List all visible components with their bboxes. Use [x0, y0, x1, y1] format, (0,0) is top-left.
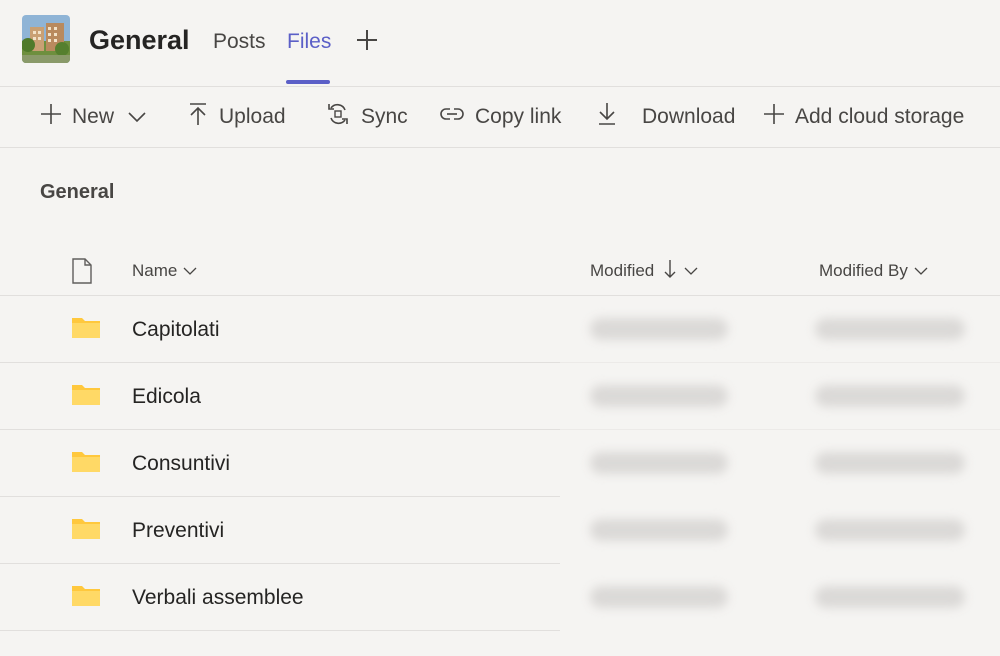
- file-name[interactable]: Capitolati: [132, 316, 220, 344]
- channel-title: General: [89, 25, 190, 55]
- modified-date-redacted: [590, 452, 728, 474]
- chevron-down-icon: [128, 105, 156, 129]
- modified-by-redacted: [815, 519, 965, 541]
- chevron-down-icon: [914, 261, 928, 281]
- table-row[interactable]: Edicola: [0, 363, 1000, 430]
- tab-files[interactable]: Files: [287, 28, 331, 56]
- modified-by-redacted: [815, 385, 965, 407]
- file-name[interactable]: Verbali assemblee: [132, 584, 304, 612]
- breadcrumb[interactable]: General: [40, 179, 114, 205]
- upload-label: Upload: [219, 105, 286, 128]
- modified-date-redacted: [590, 385, 728, 407]
- folder-icon: [71, 516, 101, 545]
- download-button[interactable]: Download: [596, 87, 735, 147]
- upload-icon: [187, 102, 219, 132]
- row-divider: [0, 630, 560, 631]
- command-bar: New Upload Sync Copy link Download Add c…: [0, 87, 1000, 147]
- toolbar-divider: [0, 147, 1000, 148]
- modified-date-redacted: [590, 318, 728, 340]
- channel-header: General Posts Files: [0, 0, 1000, 86]
- add-cloud-storage-label: Add cloud storage: [795, 105, 965, 128]
- file-name[interactable]: Consuntivi: [132, 450, 230, 478]
- modified-by-redacted: [815, 318, 965, 340]
- modified-by-redacted: [815, 452, 965, 474]
- table-row[interactable]: Preventivi: [0, 497, 1000, 564]
- link-icon: [439, 104, 475, 130]
- file-name[interactable]: Edicola: [132, 383, 201, 411]
- file-type-icon[interactable]: [71, 258, 93, 289]
- column-name-label: Name: [132, 261, 178, 280]
- folder-icon: [71, 449, 101, 478]
- column-modified-by-label: Modified By: [819, 261, 908, 280]
- sync-button[interactable]: Sync: [325, 87, 408, 147]
- new-button[interactable]: New: [40, 87, 156, 147]
- chevron-down-icon: [684, 261, 698, 281]
- sort-descending-arrow-icon: [664, 259, 676, 284]
- download-label: Download: [642, 105, 736, 128]
- column-modified-label: Modified: [590, 261, 655, 280]
- channel-avatar[interactable]: [22, 15, 70, 63]
- modified-date-redacted: [590, 519, 728, 541]
- copy-link-button[interactable]: Copy link: [439, 87, 561, 147]
- plus-icon: [763, 103, 795, 131]
- plus-icon: [40, 103, 72, 131]
- copy-link-label: Copy link: [475, 105, 562, 128]
- sync-label: Sync: [361, 105, 408, 128]
- add-tab-plus-icon[interactable]: [355, 28, 379, 52]
- upload-button[interactable]: Upload: [187, 87, 286, 147]
- column-header-modified[interactable]: Modified: [590, 258, 698, 284]
- download-icon: [596, 102, 628, 132]
- table-row[interactable]: Capitolati: [0, 296, 1000, 363]
- column-header-name[interactable]: Name: [132, 258, 197, 284]
- file-name[interactable]: Preventivi: [132, 517, 224, 545]
- modified-by-redacted: [815, 586, 965, 608]
- tab-posts[interactable]: Posts: [213, 28, 266, 56]
- column-header-modified-by[interactable]: Modified By: [819, 258, 928, 284]
- chevron-down-icon: [183, 261, 197, 281]
- folder-icon: [71, 382, 101, 411]
- add-cloud-storage-button[interactable]: Add cloud storage: [763, 87, 964, 147]
- new-label: New: [72, 105, 115, 128]
- folder-icon: [71, 583, 101, 612]
- modified-date-redacted: [590, 586, 728, 608]
- folder-icon: [71, 315, 101, 344]
- active-tab-indicator: [286, 80, 330, 84]
- table-row[interactable]: Verbali assemblee: [0, 564, 1000, 631]
- sync-icon: [325, 102, 361, 132]
- table-row[interactable]: Consuntivi: [0, 430, 1000, 497]
